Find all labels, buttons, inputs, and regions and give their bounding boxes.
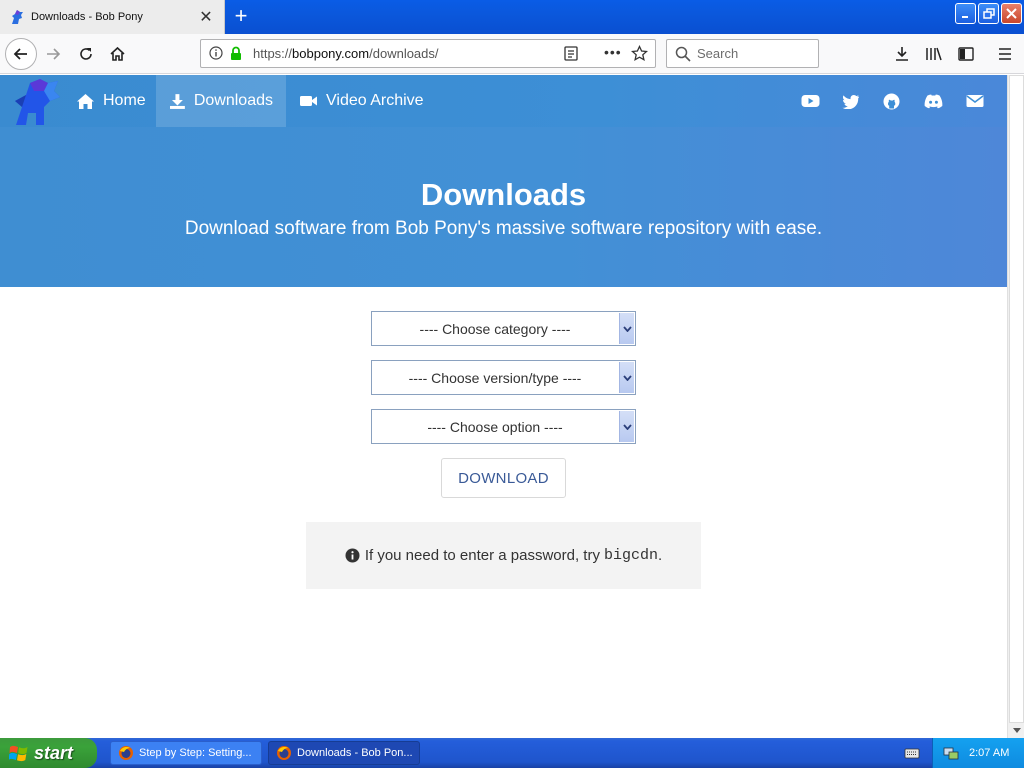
hamburger-menu-icon xyxy=(999,48,1011,60)
browser-titlebar: Downloads - Bob Pony ✕ + xyxy=(0,0,1024,34)
nav-video-archive-label: Video Archive xyxy=(326,92,424,109)
chevron-down-icon[interactable] xyxy=(619,313,634,344)
vertical-scrollbar[interactable] xyxy=(1007,75,1024,738)
minimize-icon xyxy=(961,15,968,18)
url-text[interactable]: https://bobpony.com/downloads/ xyxy=(253,46,439,61)
reader-view-icon[interactable] xyxy=(564,46,578,61)
new-tab-button[interactable]: + xyxy=(229,4,253,28)
github-icon xyxy=(883,93,899,109)
info-icon xyxy=(345,548,360,563)
url-host: bobpony.com xyxy=(292,46,370,61)
back-button[interactable] xyxy=(5,38,37,70)
menu-button[interactable] xyxy=(993,42,1017,66)
library-button[interactable] xyxy=(922,42,946,66)
restore-button[interactable] xyxy=(978,3,999,24)
home-outline-icon xyxy=(109,46,125,61)
taskbar-item-label: Step by Step: Setting... xyxy=(139,747,252,759)
url-scheme: https:// xyxy=(253,46,293,61)
search-box[interactable] xyxy=(666,39,819,68)
nav-home[interactable]: Home xyxy=(63,75,159,127)
notice-text: If you need to enter a password, try xyxy=(364,547,600,564)
bookmark-star-icon[interactable] xyxy=(631,45,648,62)
restore-icon xyxy=(982,7,995,19)
video-camera-icon xyxy=(300,96,317,106)
twitter-link[interactable] xyxy=(841,92,861,110)
bob-pony-logo[interactable] xyxy=(10,77,62,127)
start-button[interactable]: start xyxy=(0,738,97,768)
page-title: Downloads xyxy=(420,177,587,212)
back-arrow-icon xyxy=(13,48,27,60)
version-type-select[interactable]: ---- Choose version/type ---- xyxy=(371,360,636,395)
option-select[interactable]: ---- Choose option ---- xyxy=(371,409,636,444)
category-select[interactable]: ---- Choose category ---- xyxy=(371,311,636,346)
nav-video-archive[interactable]: Video Archive xyxy=(286,75,437,127)
option-select-value: ---- Choose option ---- xyxy=(427,419,563,435)
forward-arrow-icon xyxy=(47,48,61,60)
reload-icon xyxy=(80,48,92,60)
download-icon xyxy=(169,93,185,109)
clock[interactable]: 2:07 AM xyxy=(969,747,1009,759)
downloads-toolbar-button[interactable] xyxy=(890,42,914,66)
taskbar-item-step-by-step[interactable]: Step by Step: Setting... xyxy=(110,741,262,765)
category-select-value: ---- Choose category ---- xyxy=(419,321,571,337)
tab-close-icon[interactable]: ✕ xyxy=(196,7,216,27)
email-link[interactable] xyxy=(965,92,985,110)
url-path: /downloads/ xyxy=(369,46,439,61)
forward-button[interactable] xyxy=(41,42,65,66)
sidebar-button[interactable] xyxy=(954,42,978,66)
search-icon xyxy=(675,46,691,62)
windows-logo-icon xyxy=(9,745,28,761)
home-icon xyxy=(77,93,94,109)
page-subtitle: Download software from Bob Pony's massiv… xyxy=(184,218,823,239)
site-header-nav: Home Downloads Video Archive xyxy=(0,75,1007,127)
close-icon xyxy=(1006,8,1017,19)
minimize-button[interactable] xyxy=(955,3,976,24)
youtube-icon xyxy=(801,95,819,107)
info-circle-icon[interactable] xyxy=(209,46,223,60)
firefox-icon xyxy=(277,746,291,760)
nav-home-label: Home xyxy=(103,92,146,109)
notice-end: . xyxy=(657,547,663,564)
hero-banner: Downloads Download software from Bob Pon… xyxy=(0,127,1007,287)
start-label: start xyxy=(34,742,74,763)
tab-title: Downloads - Bob Pony xyxy=(31,11,143,23)
home-button[interactable] xyxy=(105,42,129,66)
window-controls xyxy=(955,3,1022,24)
chevron-down-icon[interactable] xyxy=(619,411,634,442)
network-icon[interactable] xyxy=(943,745,959,761)
chevron-down-icon[interactable] xyxy=(619,362,634,393)
youtube-link[interactable] xyxy=(800,92,820,110)
password-notice: If you need to enter a password, try big… xyxy=(306,522,701,589)
system-tray: 2:07 AM xyxy=(932,738,1024,768)
url-bar[interactable]: https://bobpony.com/downloads/ ••• xyxy=(200,39,656,68)
twitter-icon xyxy=(842,94,859,109)
firefox-icon xyxy=(119,746,133,760)
bob-pony-favicon-icon xyxy=(12,10,23,24)
sidebar-icon xyxy=(958,47,974,61)
version-type-select-value: ---- Choose version/type ---- xyxy=(408,370,582,386)
mail-icon xyxy=(966,95,984,107)
search-input[interactable] xyxy=(697,43,815,64)
scroll-down-arrow-icon[interactable] xyxy=(1009,723,1024,738)
browser-tab[interactable]: Downloads - Bob Pony ✕ xyxy=(0,0,225,34)
notice-password: bigcdn xyxy=(603,547,658,564)
close-window-button[interactable] xyxy=(1001,3,1022,24)
scrollbar-thumb[interactable] xyxy=(1009,75,1024,723)
library-icon xyxy=(926,47,942,61)
download-arrow-icon xyxy=(896,47,908,61)
taskbar: start Step by Step: Setting... Downloads… xyxy=(0,738,1024,768)
reload-button[interactable] xyxy=(74,42,98,66)
lock-icon[interactable] xyxy=(229,46,243,61)
discord-link[interactable] xyxy=(922,92,944,110)
discord-icon xyxy=(924,94,942,108)
taskbar-item-downloads[interactable]: Downloads - Bob Pon... xyxy=(268,741,420,765)
nav-downloads[interactable]: Downloads xyxy=(156,75,286,127)
page-actions-icon[interactable]: ••• xyxy=(604,44,622,60)
github-link[interactable] xyxy=(881,92,901,110)
keyboard-icon[interactable] xyxy=(904,746,920,760)
browser-navbar: https://bobpony.com/downloads/ ••• xyxy=(0,34,1024,74)
download-button[interactable]: DOWNLOAD xyxy=(441,458,566,498)
taskbar-item-label: Downloads - Bob Pon... xyxy=(297,747,413,759)
nav-downloads-label: Downloads xyxy=(193,92,273,109)
